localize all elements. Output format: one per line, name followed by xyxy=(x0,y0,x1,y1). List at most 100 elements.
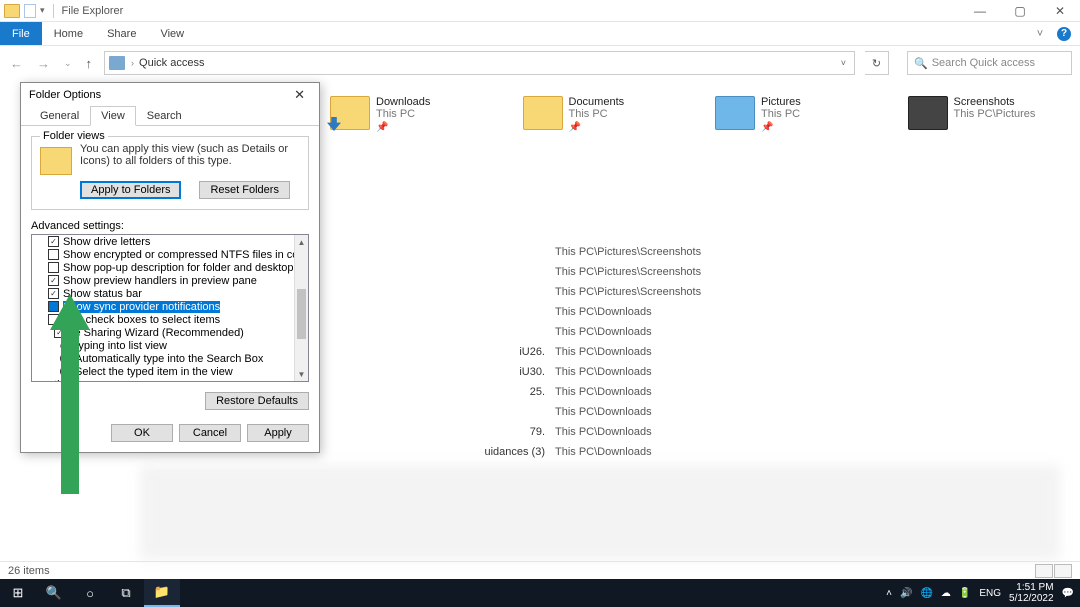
ok-button[interactable]: OK xyxy=(111,424,173,442)
file-row[interactable]: This PC\Downloads xyxy=(330,322,1020,342)
scroll-down-icon[interactable]: ▼ xyxy=(295,367,308,381)
frequent-folders: DownloadsThis PC📌 DocumentsThis PC📌 Pictur… xyxy=(330,96,1060,133)
scrollbar[interactable]: ▲ ▼ xyxy=(294,235,308,381)
volume-icon[interactable]: 🔊 xyxy=(900,588,912,599)
details-view-button[interactable] xyxy=(1035,564,1053,578)
maximize-button[interactable]: ▢ xyxy=(1000,0,1040,22)
file-location: This PC\Downloads xyxy=(555,406,652,418)
recent-dropdown[interactable]: ⌄ xyxy=(62,58,74,69)
folder-tile[interactable]: DocumentsThis PC📌 xyxy=(523,96,676,133)
taskview-button[interactable]: ⧉ xyxy=(108,579,144,607)
file-row[interactable]: This PC\Pictures\Screenshots xyxy=(330,262,1020,282)
checkbox[interactable]: ✓ xyxy=(48,288,59,299)
checkbox[interactable]: ✓ xyxy=(48,236,59,247)
tab-search[interactable]: Search xyxy=(136,106,193,126)
adv-setting-item[interactable]: Show sync provider notifications xyxy=(32,300,308,313)
ribbon-collapse[interactable]: ˅ xyxy=(1030,22,1050,45)
help-button[interactable]: ? xyxy=(1054,22,1074,45)
tray-chevron-icon[interactable]: ˄ xyxy=(886,588,892,599)
tab-home[interactable]: Home xyxy=(42,22,95,45)
file-row[interactable]: This PC\Downloads xyxy=(330,402,1020,422)
checkbox[interactable]: ✓ xyxy=(54,327,65,338)
adv-setting-item[interactable]: ✓Show drive letters xyxy=(32,235,308,248)
file-tab[interactable]: File xyxy=(0,22,42,45)
address-bar[interactable]: › Quick access ˅ xyxy=(104,51,855,75)
adv-setting-item[interactable]: Use check boxes to select items xyxy=(32,313,308,326)
thumbnails-view-button[interactable] xyxy=(1054,564,1072,578)
advanced-settings-list[interactable]: ✓Show drive lettersShow encrypted or com… xyxy=(31,234,309,382)
tab-general[interactable]: General xyxy=(29,106,90,126)
tab-view-dialog[interactable]: View xyxy=(90,106,136,126)
adv-setting-item[interactable]: Select the typed item in the view xyxy=(32,365,308,378)
tab-view[interactable]: View xyxy=(148,22,196,45)
file-row[interactable]: iU26.This PC\Downloads xyxy=(330,342,1020,362)
radio[interactable] xyxy=(60,353,71,364)
refresh-button[interactable]: ↻ xyxy=(865,51,889,75)
apply-button[interactable]: Apply xyxy=(247,424,309,442)
checkbox[interactable] xyxy=(48,249,59,260)
network-icon[interactable]: 🌐 xyxy=(920,588,932,599)
folder-icon xyxy=(908,96,948,130)
location-icon xyxy=(109,56,125,70)
checkbox[interactable] xyxy=(48,301,59,312)
adv-setting-item[interactable]: ✓se Sharing Wizard (Recommended) xyxy=(32,326,308,339)
onedrive-icon[interactable]: ☁ xyxy=(941,588,951,599)
search-taskbar-button[interactable]: 🔍 xyxy=(36,579,72,607)
adv-setting-item[interactable]: ✓Show preview handlers in preview pane xyxy=(32,274,308,287)
dialog-close-button[interactable]: ✕ xyxy=(288,87,311,103)
forward-button[interactable]: → xyxy=(35,56,52,71)
reset-folders-button[interactable]: Reset Folders xyxy=(199,181,289,199)
checkbox[interactable] xyxy=(48,314,59,325)
qat-dropdown[interactable]: ▾ xyxy=(40,5,45,16)
file-row[interactable]: uidances (3)This PC\Downloads xyxy=(330,442,1020,462)
adv-setting-item[interactable]: en typing into list view xyxy=(32,339,308,352)
minimize-button[interactable]: — xyxy=(960,0,1000,22)
adv-setting-item[interactable]: ation pane xyxy=(32,378,308,382)
back-button[interactable]: ← xyxy=(8,56,25,71)
adv-setting-label: Automatically type into the Search Box xyxy=(75,353,263,365)
restore-defaults-button[interactable]: Restore Defaults xyxy=(205,392,309,410)
checkbox[interactable]: ✓ xyxy=(48,275,59,286)
recent-files-list: This PC\Pictures\ScreenshotsThis PC\Pict… xyxy=(330,242,1020,462)
folder-name: Documents xyxy=(569,96,625,108)
search-input[interactable]: 🔍 Search Quick access xyxy=(907,51,1072,75)
folder-tile[interactable]: PicturesThis PC📌 xyxy=(715,96,868,133)
file-row[interactable]: iU30.This PC\Downloads xyxy=(330,362,1020,382)
file-row[interactable]: This PC\Downloads xyxy=(330,302,1020,322)
clock[interactable]: 1:51 PM 5/12/2022 xyxy=(1009,582,1054,604)
search-placeholder: Search Quick access xyxy=(932,57,1035,69)
notifications-icon[interactable]: 💬 xyxy=(1062,588,1074,599)
scrollbar-thumb[interactable] xyxy=(297,289,306,339)
tab-share[interactable]: Share xyxy=(95,22,148,45)
radio[interactable] xyxy=(60,366,71,377)
apply-to-folders-button[interactable]: Apply to Folders xyxy=(80,181,181,199)
window-title: File Explorer xyxy=(62,5,124,17)
file-row[interactable]: 79.This PC\Downloads xyxy=(330,422,1020,442)
folder-tile[interactable]: DownloadsThis PC📌 xyxy=(330,96,483,133)
scroll-up-icon[interactable]: ▲ xyxy=(295,235,308,249)
up-button[interactable]: ↑ xyxy=(84,56,95,71)
file-row[interactable]: This PC\Pictures\Screenshots xyxy=(330,242,1020,262)
folder-tile[interactable]: ScreenshotsThis PC\Pictures xyxy=(908,96,1061,133)
cortana-button[interactable]: ○ xyxy=(72,579,108,607)
start-button[interactable]: ⊞ xyxy=(0,579,36,607)
explorer-taskbar-button[interactable]: 📁 xyxy=(144,579,180,607)
file-name: 25. xyxy=(330,386,555,398)
checkbox[interactable] xyxy=(48,262,59,273)
address-dropdown[interactable]: ˅ xyxy=(837,58,850,68)
adv-setting-item[interactable]: ✓Show status bar xyxy=(32,287,308,300)
close-button[interactable]: ✕ xyxy=(1040,0,1080,22)
adv-setting-item[interactable]: Automatically type into the Search Box xyxy=(32,352,308,365)
cancel-button[interactable]: Cancel xyxy=(179,424,241,442)
language-indicator[interactable]: ENG xyxy=(979,588,1001,599)
battery-icon[interactable]: 🔋 xyxy=(959,588,971,599)
file-location: This PC\Downloads xyxy=(555,446,652,458)
adv-setting-item[interactable]: Show pop-up description for folder and d… xyxy=(32,261,308,274)
adv-setting-item[interactable]: Show encrypted or compressed NTFS files … xyxy=(32,248,308,261)
folder-views-legend: Folder views xyxy=(40,130,108,142)
file-row[interactable]: 25.This PC\Downloads xyxy=(330,382,1020,402)
file-row[interactable]: This PC\Pictures\Screenshots xyxy=(330,282,1020,302)
breadcrumb[interactable]: Quick access xyxy=(136,57,207,69)
folder-views-desc: You can apply this view (such as Details… xyxy=(80,143,300,167)
qat-item[interactable] xyxy=(24,4,36,18)
